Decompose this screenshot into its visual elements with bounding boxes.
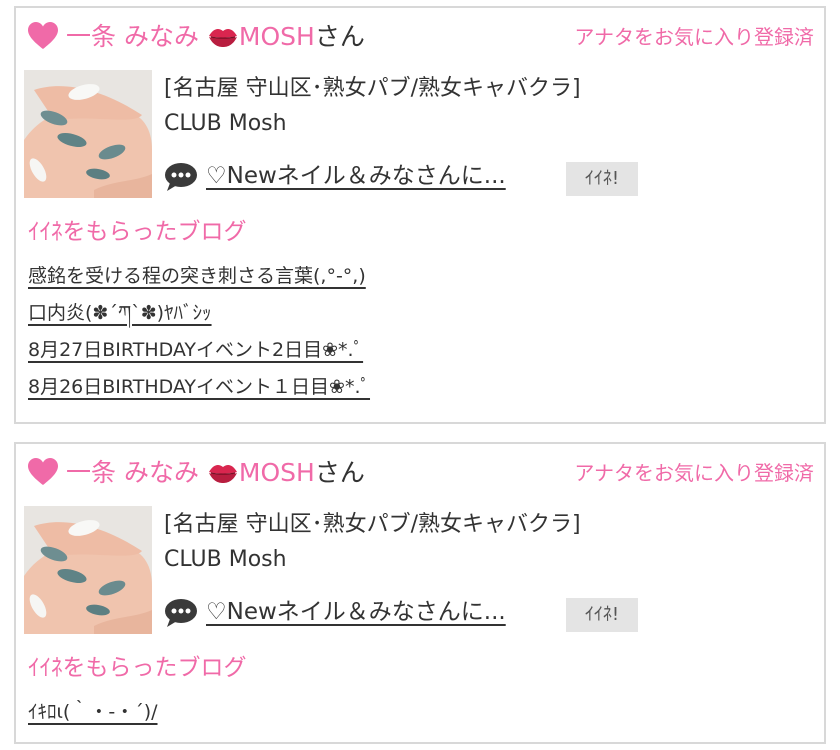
cast-name-suffix: MOSH: [238, 22, 315, 51]
blog-link[interactable]: 感銘を受ける程の突き刺さる言葉(,°-°,): [28, 260, 370, 297]
blog-link-text: ｲｷﾛι(｀・-・´)/: [28, 701, 158, 723]
shop-name: CLUB Mosh: [164, 547, 287, 572]
speech-bubble-icon: [165, 163, 197, 191]
latest-post-link[interactable]: ♡Newネイル＆みなさんに...: [206, 160, 506, 192]
favorite-cast-card: 一条 みなみ MOSHさん アナタをお気に入り登録済 [名古屋 守山区･熟女パブ…: [14, 442, 826, 744]
blog-link-text: 8月27日BIRTHDAYイベント2日目❀*.ﾟ: [28, 339, 364, 361]
blog-link[interactable]: 8月27日BIRTHDAYイベント2日目❀*.ﾟ: [28, 334, 370, 371]
blog-link-text: 8月26日BIRTHDAYイベント１日目❀*.ﾟ: [28, 376, 371, 398]
iine-button[interactable]: ｲｲﾈ!: [566, 162, 638, 196]
speech-bubble-icon: [165, 599, 197, 627]
blog-link[interactable]: 8月26日BIRTHDAYイベント１日目❀*.ﾟ: [28, 371, 370, 408]
cast-name-text: 一条 みなみ: [66, 458, 199, 487]
favorite-status: アナタをお気に入り登録済: [574, 461, 814, 485]
cast-header: 一条 みなみ MOSHさん アナタをお気に入り登録済: [26, 456, 814, 492]
cast-name-link[interactable]: 一条 みなみ MOSHさん: [66, 456, 365, 490]
cast-photo[interactable]: [24, 70, 152, 198]
iine-button[interactable]: ｲｲﾈ!: [566, 598, 638, 632]
liked-blogs-list: ｲｷﾛι(｀・-・´)/: [28, 696, 158, 733]
blog-link-text: 感銘を受ける程の突き刺さる言葉(,°-°,): [28, 265, 366, 287]
honorific: さん: [314, 458, 365, 487]
cast-name-link[interactable]: 一条 みなみ MOSHさん: [66, 20, 365, 54]
favorite-cast-card: 一条 みなみ MOSHさん アナタをお気に入り登録済 [名古屋 守山区･熟女パブ…: [14, 6, 826, 424]
honorific: さん: [314, 22, 365, 51]
shop-area: [名古屋 守山区･熟女パブ/熟女キャバクラ]: [164, 76, 581, 101]
shop-name: CLUB Mosh: [164, 111, 287, 136]
lips-icon: [208, 28, 237, 47]
blog-link[interactable]: ｲｷﾛι(｀・-・´)/: [28, 696, 158, 733]
cast-photo[interactable]: [24, 506, 152, 634]
nail-photo-image: [24, 70, 152, 198]
nail-photo-image: [24, 506, 152, 634]
heart-icon: [28, 458, 58, 485]
liked-blogs-heading: ｲｲﾈをもらったブログ: [28, 655, 247, 681]
cast-name-suffix: MOSH: [238, 458, 315, 487]
blog-link-text: 口内炎(✽´ཀ`✽)ﾔﾊﾞｼｯ: [28, 302, 212, 324]
favorite-status: アナタをお気に入り登録済: [574, 25, 814, 49]
latest-post-link[interactable]: ♡Newネイル＆みなさんに...: [206, 596, 506, 628]
liked-blogs-list: 感銘を受ける程の突き刺さる言葉(,°-°,) 口内炎(✽´ཀ`✽)ﾔﾊﾞｼｯ 8…: [28, 260, 370, 408]
cast-header: 一条 みなみ MOSHさん アナタをお気に入り登録済: [26, 20, 814, 56]
lips-icon: [208, 464, 237, 483]
liked-blogs-heading: ｲｲﾈをもらったブログ: [28, 219, 247, 245]
heart-icon: [28, 22, 58, 49]
blog-link[interactable]: 口内炎(✽´ཀ`✽)ﾔﾊﾞｼｯ: [28, 297, 370, 334]
shop-area: [名古屋 守山区･熟女パブ/熟女キャバクラ]: [164, 512, 581, 537]
cast-name-text: 一条 みなみ: [66, 22, 199, 51]
